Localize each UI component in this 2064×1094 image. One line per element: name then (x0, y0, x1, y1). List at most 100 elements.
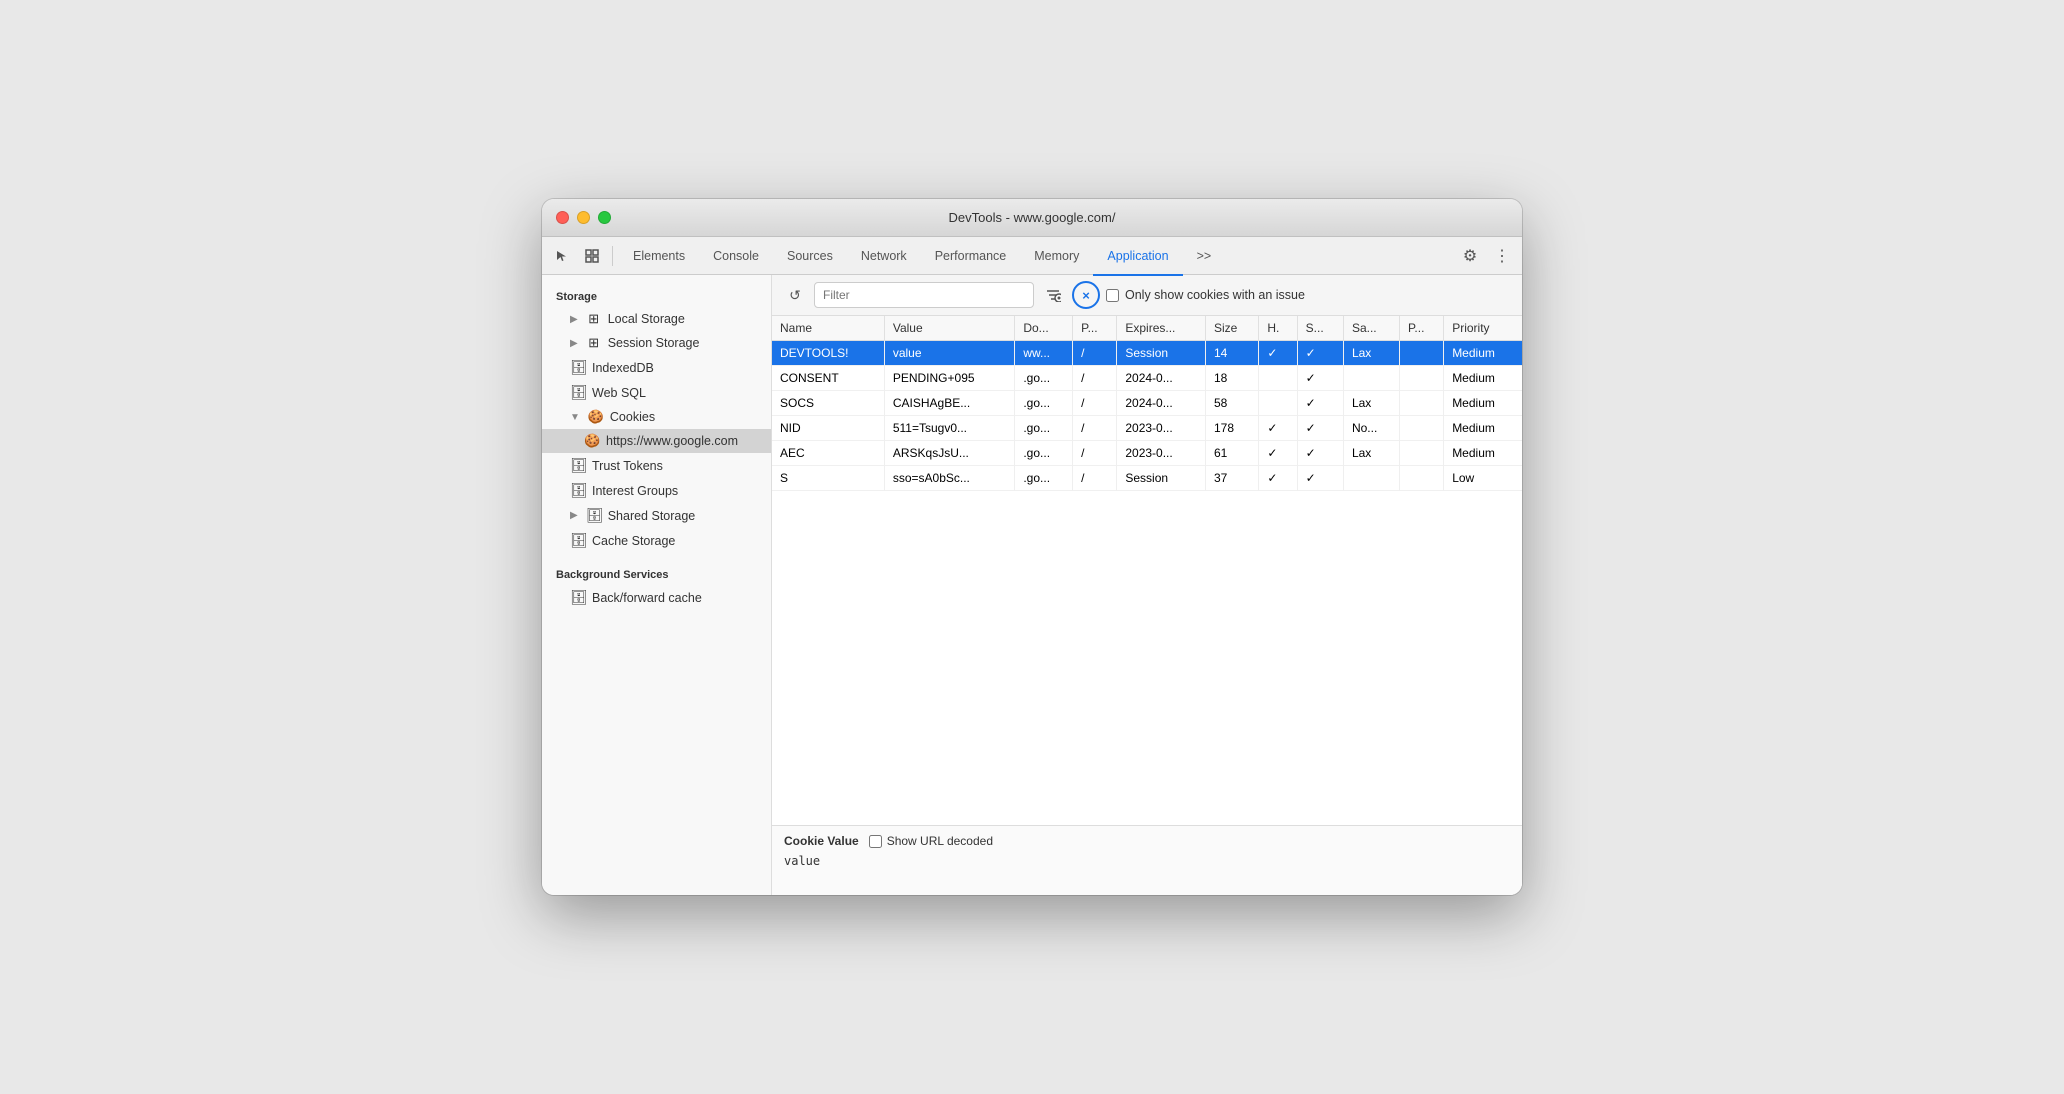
sidebar-item-local-storage[interactable]: ▶ ⊞ Local Storage (542, 307, 771, 331)
tab-more[interactable]: >> (1183, 238, 1226, 276)
refresh-button[interactable]: ↺ (782, 282, 808, 308)
table-cell: ww... (1015, 341, 1073, 366)
col-path[interactable]: P... (1073, 316, 1117, 341)
show-issues-checkbox[interactable] (1106, 289, 1119, 302)
table-cell (1399, 341, 1443, 366)
table-row[interactable]: AECARSKqsJsU....go.../2023-0...61✓✓LaxMe… (772, 441, 1522, 466)
table-cell: ✓ (1297, 441, 1343, 466)
filter-settings-button[interactable] (1040, 282, 1066, 308)
tab-console[interactable]: Console (699, 238, 773, 276)
sidebar-item-cookies-google[interactable]: 🍪 https://www.google.com (542, 429, 771, 453)
table-row[interactable]: DEVTOOLS!valueww.../Session14✓✓LaxMedium (772, 341, 1522, 366)
table-cell: ✓ (1259, 466, 1297, 491)
arrow-icon: ▶ (570, 338, 578, 349)
table-cell: .go... (1015, 391, 1073, 416)
tab-application[interactable]: Application (1093, 238, 1182, 276)
devtools-body: Storage ▶ ⊞ Local Storage ▶ ⊞ Session St… (542, 275, 1522, 895)
col-size[interactable]: Size (1205, 316, 1258, 341)
sidebar-item-shared-storage[interactable]: ▶ 🗄 Shared Storage (542, 503, 771, 528)
cookies-toolbar: ↺ × Only show cookies with an issue (772, 275, 1522, 316)
tab-sources[interactable]: Sources (773, 238, 847, 276)
sidebar-item-back-forward-cache[interactable]: 🗄 Back/forward cache (542, 585, 771, 610)
col-domain[interactable]: Do... (1015, 316, 1073, 341)
grid-icon: ⊞ (586, 311, 602, 327)
col-value[interactable]: Value (884, 316, 1015, 341)
more-options-button[interactable]: ⋮ (1488, 242, 1516, 270)
toolbar-right: ⚙ ⋮ (1456, 242, 1516, 270)
table-cell: ✓ (1259, 341, 1297, 366)
col-secure[interactable]: S... (1297, 316, 1343, 341)
table-cell (1259, 366, 1297, 391)
maximize-button[interactable] (598, 211, 611, 224)
table-row[interactable]: SOCSCAISHAgBE....go.../2024-0...58✓LaxMe… (772, 391, 1522, 416)
table-cell: ✓ (1297, 366, 1343, 391)
table-row[interactable]: NID511=Tsugv0....go.../2023-0...178✓✓No.… (772, 416, 1522, 441)
col-partitioned[interactable]: P... (1399, 316, 1443, 341)
sidebar-item-interest-groups[interactable]: 🗄 Interest Groups (542, 478, 771, 503)
cookie-value-panel: Cookie Value Show URL decoded value (772, 825, 1522, 895)
tab-memory[interactable]: Memory (1020, 238, 1093, 276)
db-icon: 🗄 (570, 457, 586, 474)
tab-bar: Elements Console Sources Network Perform… (619, 237, 1454, 275)
sidebar-label-session-storage: Session Storage (608, 336, 700, 350)
table-cell: Medium (1444, 366, 1522, 391)
url-decode-label[interactable]: Show URL decoded (869, 834, 993, 848)
sidebar-item-session-storage[interactable]: ▶ ⊞ Session Storage (542, 331, 771, 355)
table-cell: ARSKqsJsU... (884, 441, 1015, 466)
sidebar-item-indexeddb[interactable]: 🗄 IndexedDB (542, 355, 771, 380)
cookie-value-content: value (784, 854, 1510, 868)
tab-performance[interactable]: Performance (921, 238, 1021, 276)
sidebar-item-trust-tokens[interactable]: 🗄 Trust Tokens (542, 453, 771, 478)
arrow-icon: ▶ (570, 314, 578, 325)
col-expires[interactable]: Expires... (1117, 316, 1206, 341)
url-decode-text: Show URL decoded (887, 834, 993, 848)
table-cell: / (1073, 441, 1117, 466)
table-cell (1399, 441, 1443, 466)
inspect-icon-button[interactable] (578, 242, 606, 270)
table-cell (1343, 366, 1399, 391)
table-cell: 14 (1205, 341, 1258, 366)
cursor-icon-button[interactable] (548, 242, 576, 270)
show-issues-label[interactable]: Only show cookies with an issue (1106, 288, 1305, 302)
clear-cookies-button[interactable]: × (1072, 281, 1100, 309)
sidebar-label-web-sql: Web SQL (592, 386, 646, 400)
table-cell (1399, 416, 1443, 441)
sidebar-item-cache-storage[interactable]: 🗄 Cache Storage (542, 528, 771, 553)
close-button[interactable] (556, 211, 569, 224)
toolbar-divider (612, 246, 613, 266)
db-icon: 🗄 (570, 589, 586, 606)
col-httponly[interactable]: H. (1259, 316, 1297, 341)
db-icon: 🗄 (586, 507, 602, 524)
table-cell: 61 (1205, 441, 1258, 466)
col-samesite[interactable]: Sa... (1343, 316, 1399, 341)
table-cell: Medium (1444, 341, 1522, 366)
main-panel: ↺ × Only show cookies with an issue (772, 275, 1522, 895)
sidebar-label-cookies: Cookies (610, 410, 655, 424)
table-row[interactable]: Ssso=sA0bSc....go.../Session37✓✓Low (772, 466, 1522, 491)
table-cell: / (1073, 416, 1117, 441)
table-cell: .go... (1015, 416, 1073, 441)
sidebar-item-cookies[interactable]: ▼ 🍪 Cookies (542, 405, 771, 429)
settings-button[interactable]: ⚙ (1456, 242, 1484, 270)
table-cell: 2023-0... (1117, 416, 1206, 441)
table-header-row: Name Value Do... P... Expires... Size H.… (772, 316, 1522, 341)
tab-network[interactable]: Network (847, 238, 921, 276)
table-row[interactable]: CONSENTPENDING+095.go.../2024-0...18✓Med… (772, 366, 1522, 391)
table-cell: / (1073, 391, 1117, 416)
table-cell: 58 (1205, 391, 1258, 416)
sidebar-item-web-sql[interactable]: 🗄 Web SQL (542, 380, 771, 405)
show-issues-text: Only show cookies with an issue (1125, 288, 1305, 302)
col-name[interactable]: Name (772, 316, 884, 341)
titlebar: DevTools - www.google.com/ (542, 199, 1522, 237)
grid-icon: ⊞ (586, 335, 602, 351)
minimize-button[interactable] (577, 211, 590, 224)
toolbar: Elements Console Sources Network Perform… (542, 237, 1522, 275)
filter-input[interactable] (814, 282, 1034, 308)
table-cell: 2024-0... (1117, 366, 1206, 391)
table-cell: .go... (1015, 441, 1073, 466)
table-cell (1399, 391, 1443, 416)
url-decode-checkbox[interactable] (869, 835, 882, 848)
col-priority[interactable]: Priority (1444, 316, 1522, 341)
tab-elements[interactable]: Elements (619, 238, 699, 276)
table-cell: PENDING+095 (884, 366, 1015, 391)
